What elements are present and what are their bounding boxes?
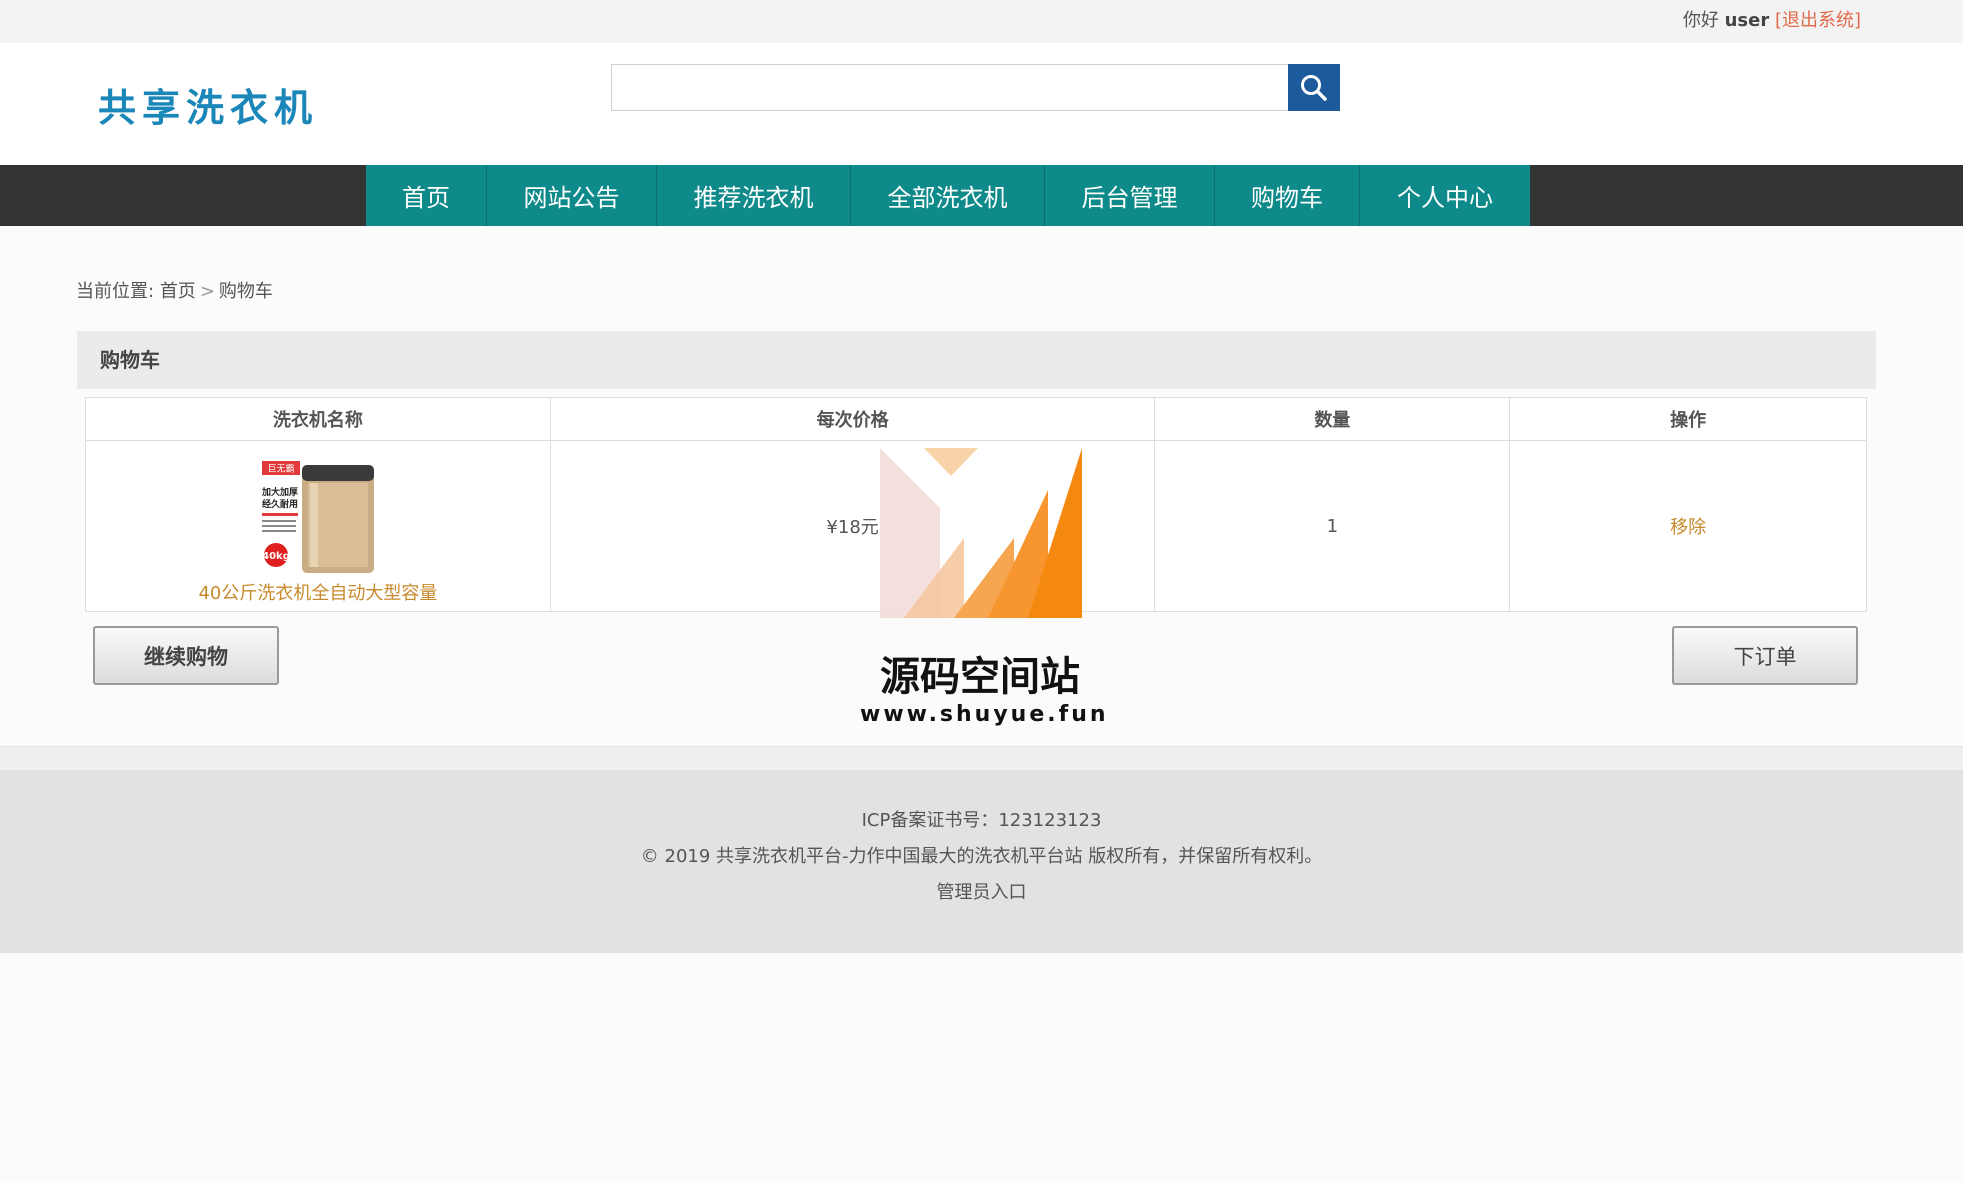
breadcrumb: 当前位置: 首页 > 购物车 bbox=[76, 277, 273, 303]
product-image-badge: 巨无霸 bbox=[267, 464, 294, 475]
logout-link[interactable]: [退出系统] bbox=[1775, 10, 1861, 31]
nav-item-announcements[interactable]: 网站公告 bbox=[487, 165, 657, 226]
breadcrumb-current: 购物车 bbox=[218, 281, 273, 302]
quantity-cell: 1 bbox=[1154, 440, 1511, 612]
watermark: 源码空间站 www.shuyue.fun bbox=[860, 448, 1109, 738]
breadcrumb-prefix: 当前位置: bbox=[76, 281, 155, 302]
username: user bbox=[1724, 10, 1770, 31]
continue-shopping-button[interactable]: 继续购物 bbox=[93, 626, 279, 685]
product-image-text1: 加大加厚 bbox=[261, 486, 298, 498]
footer-icp: ICP备案证书号：123123123 bbox=[861, 810, 1102, 831]
greeting-text: 你好 bbox=[1682, 10, 1719, 31]
watermark-url: www.shuyue.fun bbox=[860, 702, 1109, 727]
place-order-button[interactable]: 下订单 bbox=[1672, 626, 1858, 685]
action-cell: 移除 bbox=[1509, 440, 1867, 612]
user-greeting: 你好 user [退出系统] bbox=[1683, 6, 1861, 32]
watermark-logo-icon bbox=[880, 448, 1082, 618]
footer-copyright: © 2019 共享洗衣机平台-力作中国最大的洗衣机平台站 版权所有，并保留所有权… bbox=[640, 846, 1323, 867]
product-cell: 巨无霸 加大加厚 经久耐用 40kg 40公斤洗衣机全自动大型容量 bbox=[85, 440, 551, 612]
footer: ICP备案证书号：123123123 © 2019 共享洗衣机平台-力作中国最大… bbox=[0, 770, 1963, 953]
nav-item-profile[interactable]: 个人中心 bbox=[1360, 165, 1530, 226]
breadcrumb-home[interactable]: 首页 bbox=[160, 281, 196, 302]
product-image[interactable]: 巨无霸 加大加厚 经久耐用 40kg bbox=[257, 457, 378, 575]
search-input[interactable] bbox=[611, 64, 1289, 111]
top-bar: 你好 user [退出系统] bbox=[0, 0, 1963, 43]
column-header-action: 操作 bbox=[1509, 397, 1867, 441]
nav-item-all-machines[interactable]: 全部洗衣机 bbox=[851, 165, 1045, 226]
remove-link[interactable]: 移除 bbox=[1670, 517, 1706, 538]
product-image-capacity: 40kg bbox=[262, 551, 290, 562]
watermark-title: 源码空间站 bbox=[880, 654, 1080, 700]
nav-item-recommended[interactable]: 推荐洗衣机 bbox=[657, 165, 851, 226]
main-nav: 首页 网站公告 推荐洗衣机 全部洗衣机 后台管理 购物车 个人中心 bbox=[0, 165, 1963, 226]
column-header-quantity: 数量 bbox=[1154, 397, 1511, 441]
column-header-price: 每次价格 bbox=[549, 397, 1156, 441]
product-name-link[interactable]: 40公斤洗衣机全自动大型容量 bbox=[86, 579, 550, 605]
product-image-text2: 经久耐用 bbox=[262, 498, 298, 510]
table-header-row: 洗衣机名称 每次价格 数量 操作 bbox=[85, 397, 1867, 441]
cart-panel-title: 购物车 bbox=[77, 331, 1876, 389]
admin-entry-link[interactable]: 管理员入口 bbox=[0, 878, 1963, 904]
nav-item-admin[interactable]: 后台管理 bbox=[1045, 165, 1215, 226]
search-icon bbox=[1301, 74, 1327, 101]
search-button[interactable] bbox=[1288, 64, 1340, 111]
nav-menu: 首页 网站公告 推荐洗衣机 全部洗衣机 后台管理 购物车 个人中心 bbox=[366, 165, 1530, 226]
site-logo[interactable]: 共享洗衣机 bbox=[98, 77, 318, 132]
header: 共享洗衣机 bbox=[0, 43, 1963, 165]
breadcrumb-separator: > bbox=[199, 281, 215, 302]
nav-item-home[interactable]: 首页 bbox=[366, 165, 487, 226]
nav-item-cart[interactable]: 购物车 bbox=[1215, 165, 1360, 226]
column-header-name: 洗衣机名称 bbox=[85, 397, 551, 441]
footer-divider bbox=[0, 746, 1963, 770]
